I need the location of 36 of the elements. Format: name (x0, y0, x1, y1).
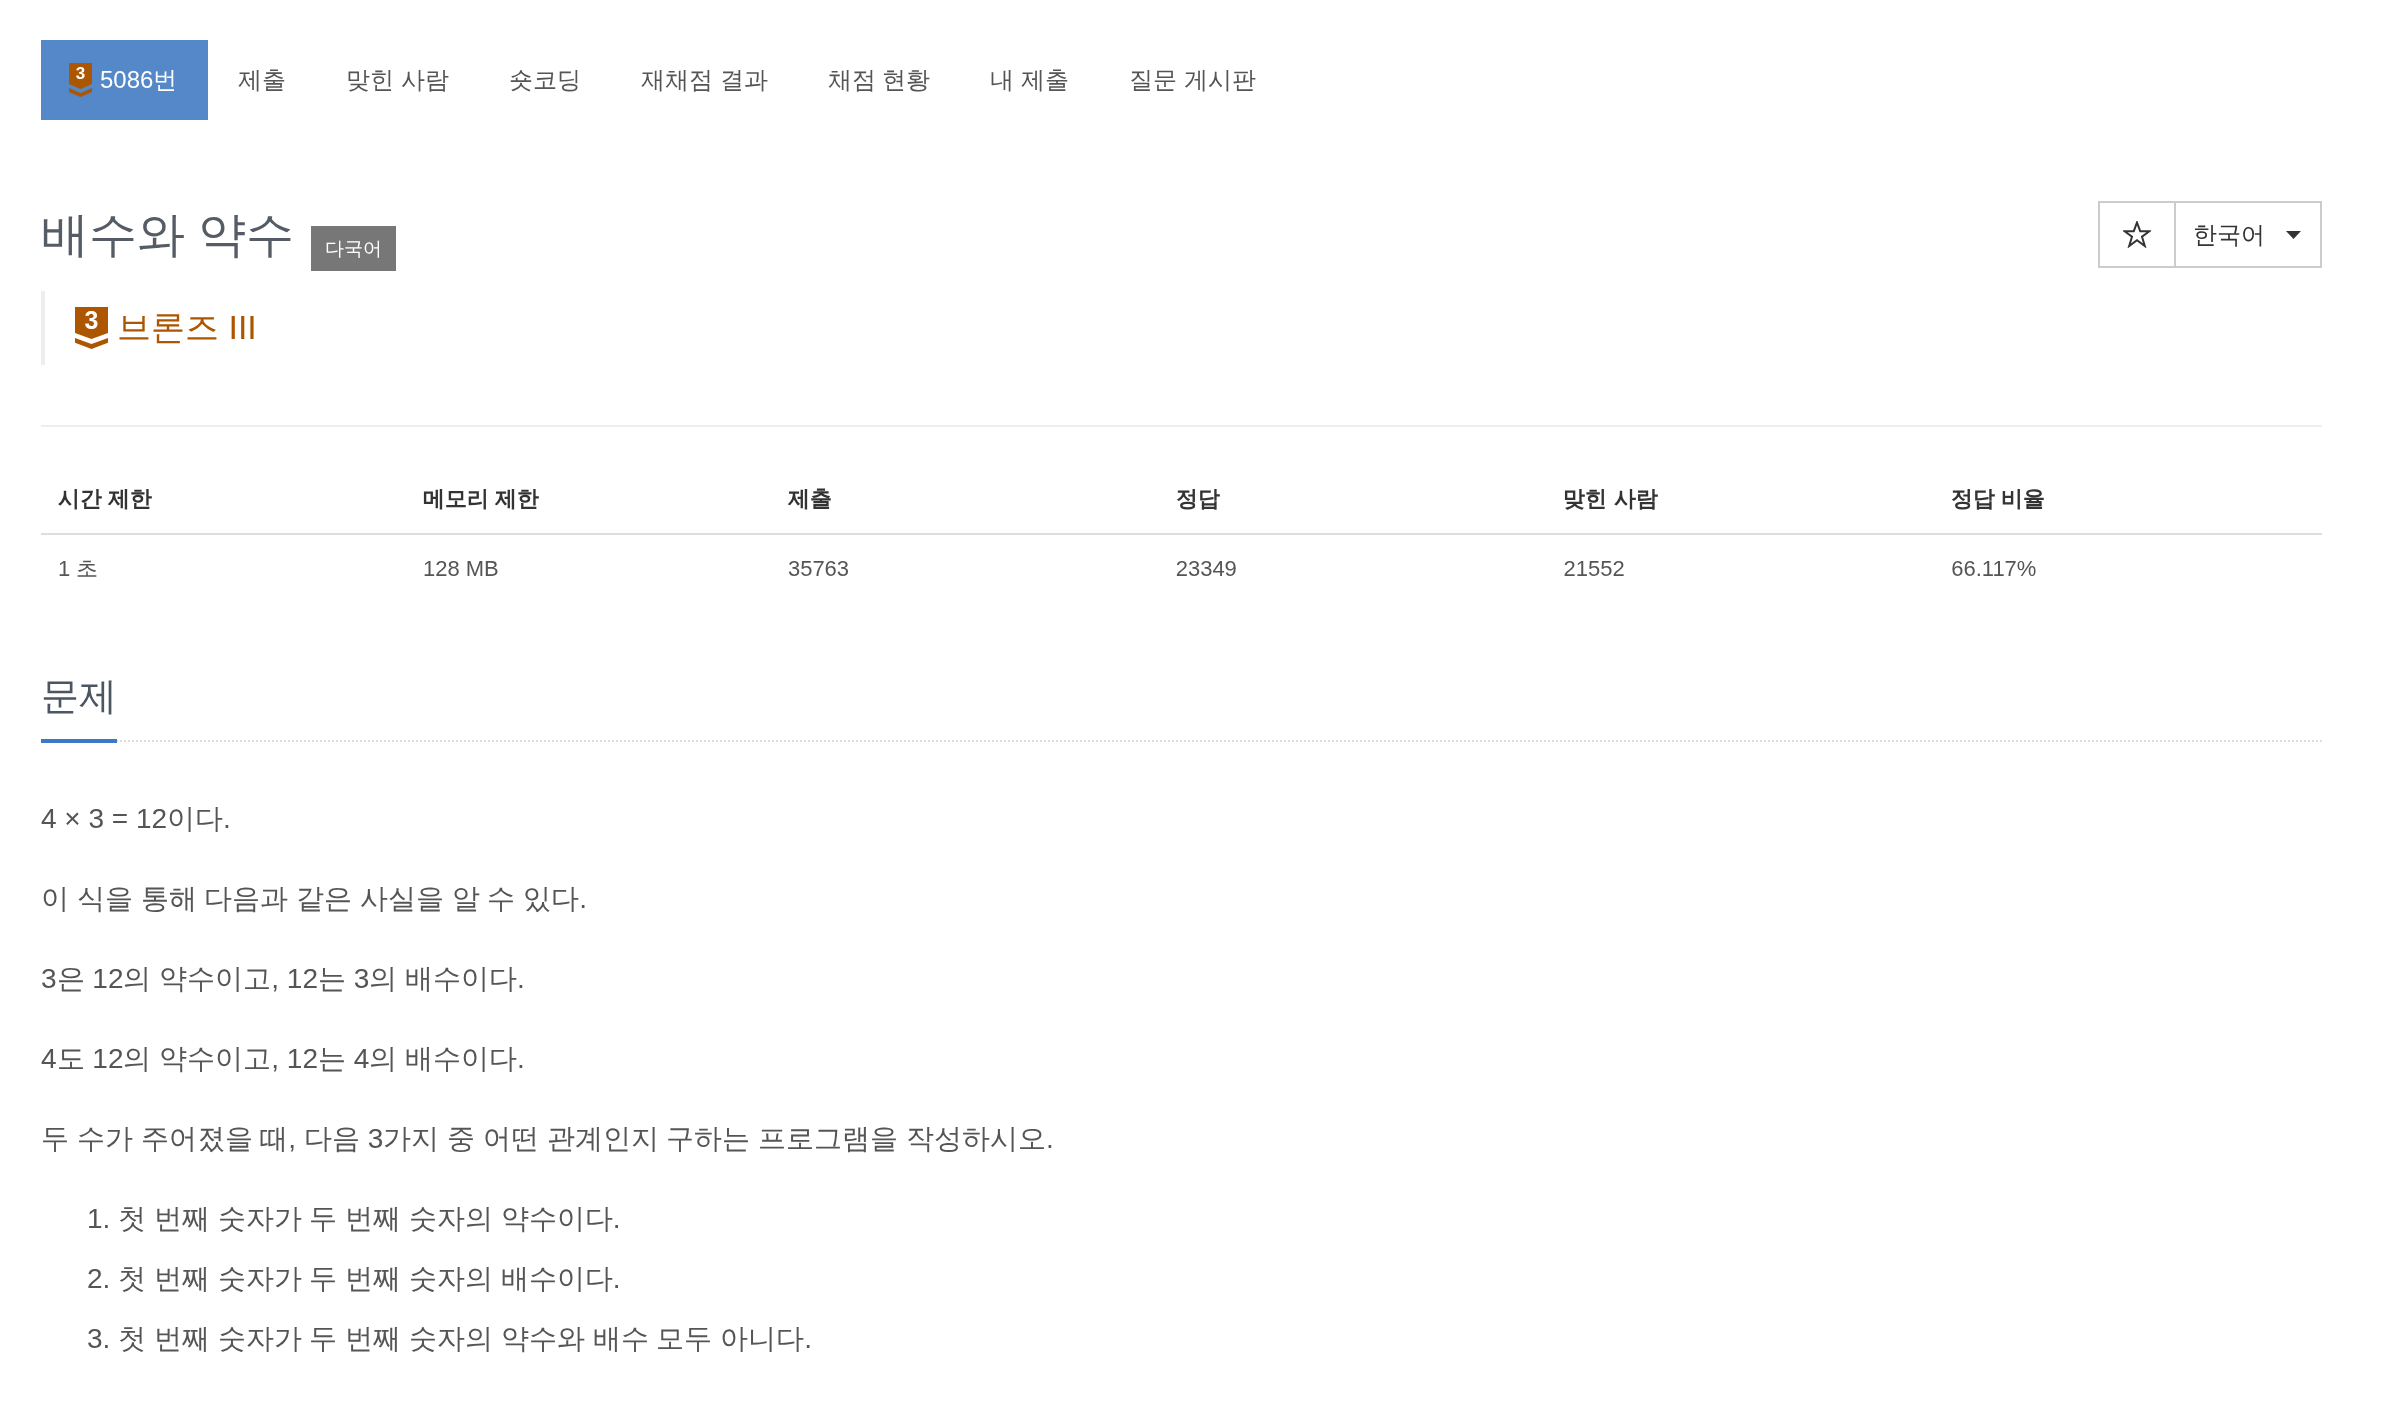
table-header-cell: 시간 제한 (41, 464, 406, 534)
nav-tab[interactable]: 채점 현황 (797, 40, 961, 120)
list-item: 1. 첫 번째 숫자가 두 번째 숫자의 약수이다. (86, 1202, 622, 1236)
problem-paragraph: 이 식을 통해 다음과 같은 사실을 알 수 있다. (41, 882, 588, 916)
problem-paragraph: 4도 12의 약수이고, 12는 4의 배수이다. (41, 1042, 526, 1076)
table-header-cell: 정답 비율 (1934, 464, 2322, 534)
nav-tab[interactable]: 3 5086번 (41, 40, 209, 120)
language-tag: 다국어 (311, 226, 397, 271)
table-cell: 21552 (1546, 534, 1935, 602)
table-cell: 66.117% (1934, 534, 2322, 602)
table-cell: 23349 (1158, 534, 1547, 602)
table-header-cell: 메모리 제한 (405, 464, 771, 534)
nav-tab[interactable]: 재채점 결과 (611, 40, 798, 120)
tier-label: 브론즈 III (117, 307, 257, 348)
table-header-cell: 맞힌 사람 (1546, 464, 1935, 534)
table-header-cell: 정답 (1158, 464, 1547, 534)
problem-title: 배수와 약수 (41, 208, 295, 261)
table-cell: 128 MB (405, 534, 771, 602)
problem-paragraph: 두 수가 주어졌을 때, 다음 3가지 중 어떤 관계인지 구하는 프로그램을 작성하시오. (41, 1122, 1055, 1156)
favorite-button[interactable] (2098, 201, 2176, 268)
nav-tab[interactable]: 내 제출 (960, 40, 1100, 120)
nav-tab[interactable]: 제출 (208, 40, 317, 120)
caret-icon (2286, 230, 2301, 239)
problem-paragraph: 4 × 3 = 12이다. (41, 802, 232, 836)
problem-paragraph: 3은 12의 약수이고, 12는 3의 배수이다. (41, 962, 526, 996)
nav-tab[interactable]: 맞힌 사람 (316, 40, 480, 120)
table-cell: 35763 (770, 534, 1159, 602)
table-header-cell: 제출 (770, 464, 1159, 534)
table-cell: 1 초 (41, 534, 406, 602)
language-dropdown[interactable]: 한국어 (2176, 201, 2322, 268)
section-heading: 문제 (41, 673, 117, 743)
list-item: 3. 첫 번째 숫자가 두 번째 숫자의 약수와 배수 모두 아니다. (86, 1322, 813, 1356)
star-icon (2123, 221, 2151, 248)
nav-tab[interactable]: 질문 게시판 (1099, 40, 1286, 120)
list-item: 2. 첫 번째 숫자가 두 번째 숫자의 배수이다. (86, 1262, 622, 1296)
nav-tab[interactable]: 숏코딩 (479, 40, 612, 120)
